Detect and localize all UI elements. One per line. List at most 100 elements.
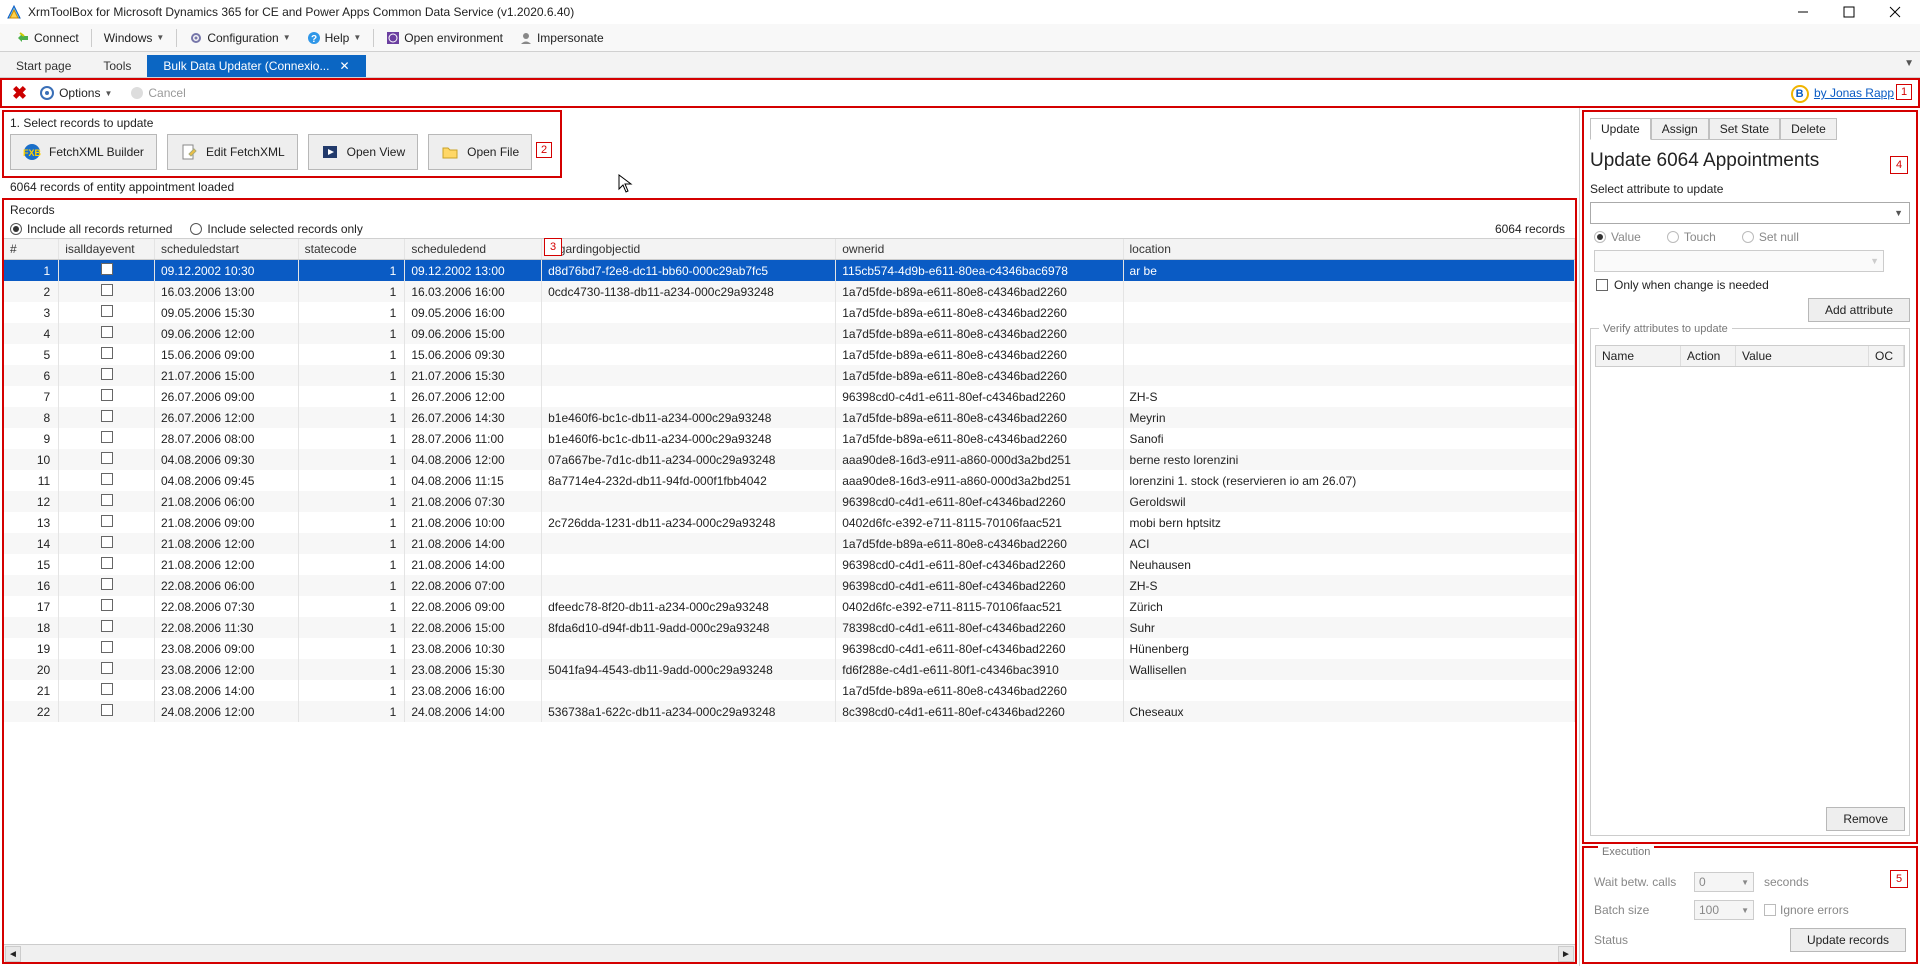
only-when-change-checkbox[interactable]: Only when change is needed (1590, 278, 1910, 292)
table-row[interactable]: 2123.08.2006 14:00123.08.2006 16:001a7d5… (4, 680, 1575, 701)
table-row[interactable]: 515.06.2006 09:00115.06.2006 09:301a7d5f… (4, 344, 1575, 365)
checkbox-icon[interactable] (101, 284, 113, 296)
cell (59, 491, 155, 512)
cell: 96398cd0-c4d1-e611-80ef-c4346bad2260 (836, 554, 1123, 575)
table-row[interactable]: 928.07.2006 08:00128.07.2006 11:00b1e460… (4, 428, 1575, 449)
open-environment-button[interactable]: Open environment (380, 29, 509, 47)
table-row[interactable]: 1321.08.2006 09:00121.08.2006 10:002c726… (4, 512, 1575, 533)
table-row[interactable]: 2023.08.2006 12:00123.08.2006 15:305041f… (4, 659, 1575, 680)
table-row[interactable]: 1923.08.2006 09:00123.08.2006 10:3096398… (4, 638, 1575, 659)
records-grid[interactable]: #isalldayeventscheduledstartstatecodesch… (4, 239, 1575, 944)
cell: 17 (4, 596, 59, 617)
plugin-toolbar: ✖ Options ▼ Cancel 1 B by Jonas Rapp (0, 78, 1920, 108)
cell: 1a7d5fde-b89a-e611-80e8-c4346bad2260 (836, 344, 1123, 365)
tab-tools[interactable]: Tools (87, 55, 147, 77)
checkbox-icon[interactable] (101, 599, 113, 611)
options-menu[interactable]: Options ▼ (33, 83, 118, 103)
checkbox-icon[interactable] (101, 620, 113, 632)
table-row[interactable]: 1004.08.2006 09:30104.08.2006 12:0007a66… (4, 449, 1575, 470)
checkbox-icon[interactable] (101, 578, 113, 590)
checkbox-icon[interactable] (101, 473, 113, 485)
checkbox-icon[interactable] (101, 515, 113, 527)
checkbox-icon[interactable] (101, 305, 113, 317)
checkbox-icon[interactable] (101, 662, 113, 674)
tab-delete[interactable]: Delete (1780, 118, 1837, 140)
table-row[interactable]: 409.06.2006 12:00109.06.2006 15:001a7d5f… (4, 323, 1575, 344)
table-row[interactable]: 1104.08.2006 09:45104.08.2006 11:158a771… (4, 470, 1575, 491)
author-link[interactable]: B by Jonas Rapp (1791, 85, 1894, 103)
scroll-left-icon[interactable]: ◄ (5, 946, 21, 962)
attribute-combo[interactable]: ▼ (1590, 202, 1910, 224)
column-header[interactable]: scheduledstart (154, 239, 298, 260)
checkbox-icon[interactable] (101, 410, 113, 422)
close-window-button[interactable] (1884, 1, 1906, 23)
edit-fetchxml-button[interactable]: Edit FetchXML (167, 134, 298, 170)
column-header[interactable]: scheduledend (405, 239, 542, 260)
table-row[interactable]: 109.12.2002 10:30109.12.2002 13:00d8d76b… (4, 260, 1575, 282)
environment-icon (386, 31, 400, 45)
column-header[interactable]: location (1123, 239, 1574, 260)
impersonate-button[interactable]: Impersonate (513, 29, 610, 47)
column-header[interactable]: # (4, 239, 59, 260)
table-row[interactable]: 1521.08.2006 12:00121.08.2006 14:0096398… (4, 554, 1575, 575)
column-header[interactable]: statecode (298, 239, 405, 260)
checkbox-icon[interactable] (101, 494, 113, 506)
tab-start-page[interactable]: Start page (0, 55, 87, 77)
table-row[interactable]: 2224.08.2006 12:00124.08.2006 14:0053673… (4, 701, 1575, 722)
scroll-right-icon[interactable]: ► (1558, 946, 1574, 962)
checkbox-icon[interactable] (101, 557, 113, 569)
svg-text:FXB: FXB (23, 148, 41, 158)
include-all-radio[interactable]: Include all records returned (10, 222, 172, 236)
cell: fd6f288e-c4d1-e611-80f1-c4346bac3910 (836, 659, 1123, 680)
add-attribute-button[interactable]: Add attribute (1808, 298, 1910, 322)
checkbox-icon[interactable] (101, 263, 113, 275)
configuration-menu[interactable]: Configuration ▼ (183, 29, 296, 47)
maximize-button[interactable] (1838, 1, 1860, 23)
checkbox-icon[interactable] (101, 704, 113, 716)
horizontal-scrollbar[interactable]: ◄ ► (4, 944, 1575, 962)
table-row[interactable]: 216.03.2006 13:00116.03.2006 16:000cdc47… (4, 281, 1575, 302)
table-row[interactable]: 1722.08.2006 07:30122.08.2006 09:00dfeed… (4, 596, 1575, 617)
table-row[interactable]: 1221.08.2006 06:00121.08.2006 07:3096398… (4, 491, 1575, 512)
checkbox-icon[interactable] (101, 452, 113, 464)
table-row[interactable]: 726.07.2006 09:00126.07.2006 12:0096398c… (4, 386, 1575, 407)
cell (542, 302, 836, 323)
checkbox-icon[interactable] (101, 536, 113, 548)
update-records-button[interactable]: Update records (1790, 928, 1906, 952)
remove-button[interactable]: Remove (1826, 807, 1905, 831)
delete-icon[interactable]: ✖ (12, 83, 27, 104)
table-row[interactable]: 1622.08.2006 06:00122.08.2006 07:0096398… (4, 575, 1575, 596)
tab-assign[interactable]: Assign (1651, 118, 1709, 140)
table-row[interactable]: 1421.08.2006 12:00121.08.2006 14:001a7d5… (4, 533, 1575, 554)
checkbox-icon[interactable] (101, 431, 113, 443)
column-header[interactable]: ownerid (836, 239, 1123, 260)
fetchxml-builder-button[interactable]: FXB FetchXML Builder (10, 134, 157, 170)
windows-menu[interactable]: Windows ▼ (98, 29, 171, 47)
minimize-button[interactable] (1792, 1, 1814, 23)
connect-button[interactable]: Connect (10, 29, 85, 47)
tabs-overflow-button[interactable]: ▼ (1904, 58, 1914, 69)
include-selected-radio[interactable]: Include selected records only (190, 222, 362, 236)
table-row[interactable]: 621.07.2006 15:00121.07.2006 15:301a7d5f… (4, 365, 1575, 386)
cell: 1 (298, 428, 405, 449)
checkbox-icon[interactable] (101, 326, 113, 338)
checkbox-icon[interactable] (101, 683, 113, 695)
checkbox-icon[interactable] (101, 641, 113, 653)
checkbox-icon[interactable] (101, 368, 113, 380)
close-tab-icon[interactable]: ✕ (339, 59, 349, 73)
table-row[interactable]: 1822.08.2006 11:30122.08.2006 15:008fda6… (4, 617, 1575, 638)
checkbox-icon[interactable] (101, 389, 113, 401)
tab-update[interactable]: Update (1590, 118, 1651, 140)
table-row[interactable]: 309.05.2006 15:30109.05.2006 16:001a7d5f… (4, 302, 1575, 323)
cell: Zürich (1123, 596, 1574, 617)
tab-bulk-data-updater[interactable]: Bulk Data Updater (Connexio... ✕ (147, 55, 365, 77)
tab-set-state[interactable]: Set State (1709, 118, 1780, 140)
column-header[interactable]: isalldayevent (59, 239, 155, 260)
ignore-errors-checkbox[interactable]: Ignore errors (1764, 903, 1849, 917)
table-row[interactable]: 826.07.2006 12:00126.07.2006 14:30b1e460… (4, 407, 1575, 428)
open-file-button[interactable]: Open File (428, 134, 532, 170)
help-menu[interactable]: ? Help ▼ (301, 29, 368, 47)
column-header[interactable]: regardingobjectid (542, 239, 836, 260)
checkbox-icon[interactable] (101, 347, 113, 359)
open-view-button[interactable]: Open View (308, 134, 418, 170)
